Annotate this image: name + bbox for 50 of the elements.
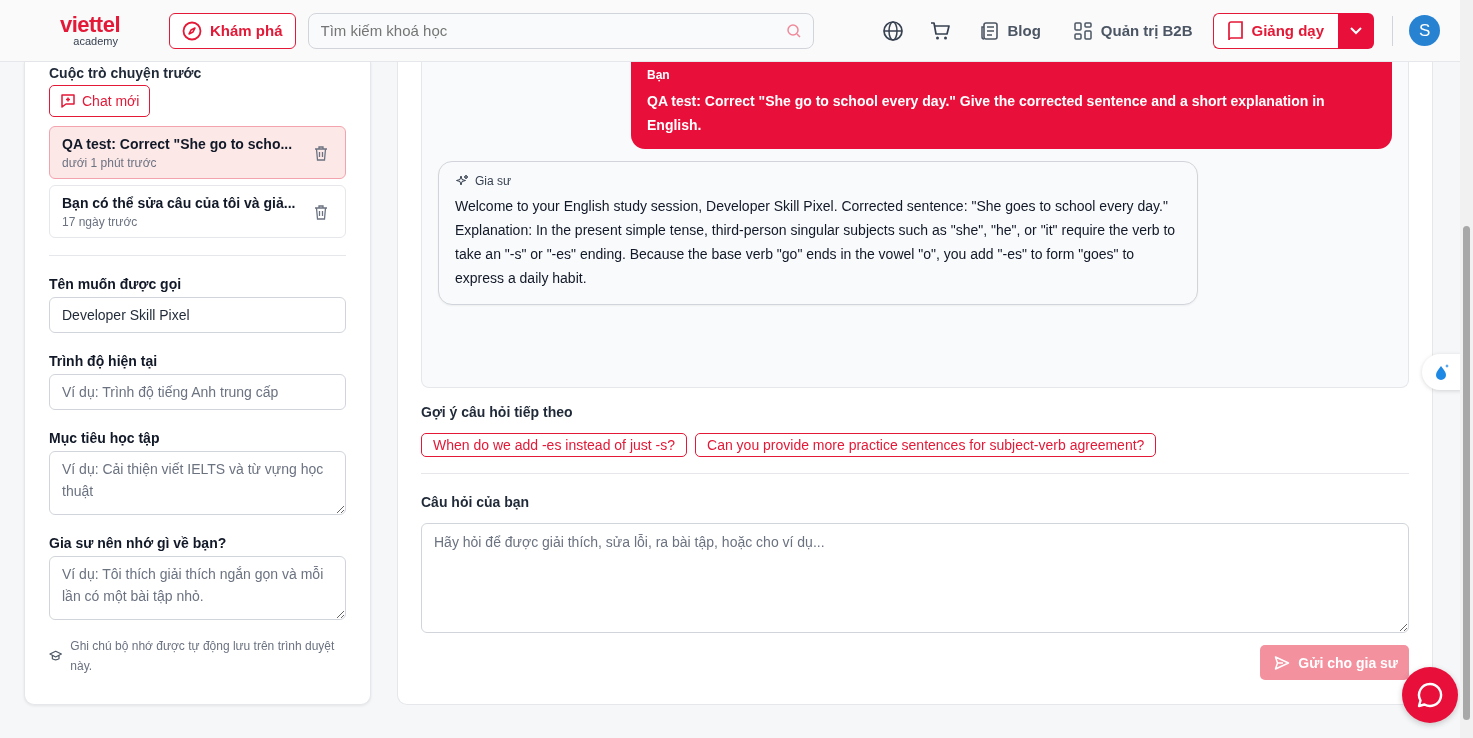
newspaper-icon bbox=[979, 20, 1000, 41]
text-field[interactable]: Ví dụ: Trình độ tiếng Anh trung cấp bbox=[49, 374, 346, 410]
conversation-item[interactable]: QA test: Correct "She go to scho... dưới 1 phút trước bbox=[49, 126, 346, 179]
field-label: Tên muốn được gọi bbox=[49, 276, 183, 292]
field-label: Trình độ hiện tại bbox=[49, 353, 159, 369]
globe-icon[interactable] bbox=[881, 19, 904, 42]
nav-link[interactable]: Quản trị B2B bbox=[1072, 20, 1193, 41]
graduation-cap-icon bbox=[49, 650, 63, 663]
explore-button[interactable]: Khám phá bbox=[169, 12, 296, 49]
send-icon bbox=[1274, 654, 1291, 671]
search-icon bbox=[785, 22, 802, 39]
conversation-title: QA test: Correct "She go to scho... bbox=[62, 136, 293, 152]
trash-icon[interactable] bbox=[313, 145, 329, 161]
teach-button[interactable]: Giảng dạy bbox=[1212, 12, 1339, 49]
user-avatar[interactable]: S bbox=[1409, 15, 1441, 46]
conversation-time: dưới 1 phút trước bbox=[62, 156, 158, 170]
conversation-time: 17 ngày trước bbox=[62, 215, 139, 229]
cart-icon[interactable] bbox=[929, 19, 952, 42]
note-text: Ghi chú bộ nhớ được tự động lưu trên trình duyệt này. bbox=[70, 638, 336, 676]
section-heading: Cuộc trò chuyện trước bbox=[49, 65, 203, 81]
new-chat-button[interactable]: Chat mới bbox=[49, 85, 151, 117]
text-area[interactable]: Ví dụ: Cải thiện viết IELTS và từ vựng học thuật bbox=[49, 451, 346, 515]
field-label: Gia sư nên nhớ gì về bạn? bbox=[49, 535, 228, 551]
suggestion-chip[interactable]: Can you provide more practice sentences for subject-verb agreement? bbox=[695, 433, 1157, 458]
suggestions-label: Gợi ý câu hỏi tiếp theo bbox=[421, 404, 574, 421]
grid-icon bbox=[1072, 20, 1093, 41]
suggestion-chip[interactable]: When do we add -es instead of just -s? bbox=[421, 433, 688, 458]
text-field[interactable]: Developer Skill Pixel bbox=[49, 297, 346, 333]
text-area[interactable]: Ví dụ: Tôi thích giải thích ngắn gọn và mỗi lần có một bài tập nhỏ. bbox=[49, 556, 346, 620]
chat-plus-icon bbox=[60, 93, 76, 109]
search-field[interactable]: Tìm kiếm khoá học bbox=[307, 12, 814, 49]
sparkle-icon bbox=[455, 174, 469, 188]
message-text: Welcome to your English study session, Developer Skill Pixel. Corrected sentence: "She goes to school every day." Explanation: In the present simple tense, third-person singular subjects such as "she", "he", or "it" require the verb to take an "-s" or "-es" ending. Because the base verb "go" ends in the vowel "o", you add "-es" to form "goes" to express a daily habit. bbox=[455, 197, 1177, 288]
message-author: Gia sư bbox=[475, 174, 512, 188]
message-author: Bạn bbox=[647, 68, 671, 82]
nav-link[interactable]: Blog bbox=[979, 20, 1041, 41]
conversation-title: Bạn có thể sửa câu của tôi và giả... bbox=[62, 195, 296, 211]
field-label: Mục tiêu học tập bbox=[49, 430, 161, 446]
chat-float-button[interactable] bbox=[1402, 667, 1458, 723]
chat-bubble-icon bbox=[1416, 681, 1444, 709]
logo[interactable]: viettel academy bbox=[26, 14, 120, 47]
trash-icon[interactable] bbox=[313, 204, 329, 220]
chevron-down-icon bbox=[1349, 25, 1364, 36]
book-icon bbox=[1225, 20, 1244, 41]
dropdown-button[interactable] bbox=[1338, 12, 1375, 49]
compass-icon bbox=[182, 20, 202, 41]
conversation-item[interactable]: Bạn có thể sửa câu của tôi và giả... 17 ngày trước bbox=[49, 185, 346, 238]
question-field[interactable]: Hãy hỏi để được giải thích, sửa lỗi, ra bài tập, hoặc cho ví dụ... bbox=[421, 523, 1409, 633]
message-text: QA test: Correct "She go to school every day." Give the corrected sentence and a short explanation in English. bbox=[647, 92, 1326, 135]
question-label: Câu hỏi của bạn bbox=[421, 494, 531, 511]
